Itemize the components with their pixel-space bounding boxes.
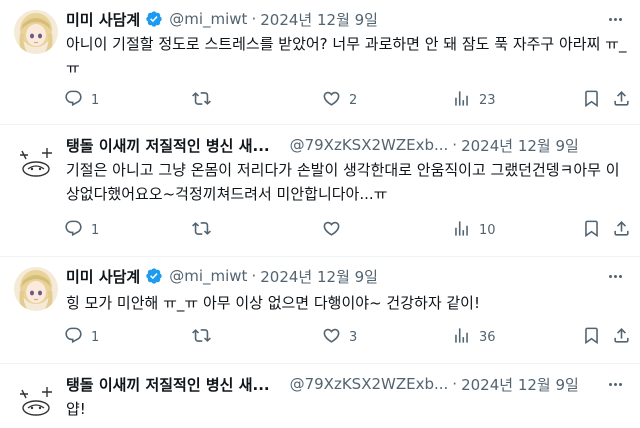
- separator-dot: ·: [251, 10, 257, 28]
- tweet[interactable]: 미미 사담계 @mi_miwt · 2024년 12월 9일 아니이 기절할 정…: [0, 0, 640, 124]
- view-count: 23: [479, 92, 496, 108]
- bookmark-icon: [582, 89, 601, 112]
- separator-dot: ·: [452, 375, 458, 393]
- views-button[interactable]: 36: [452, 326, 496, 349]
- share-button[interactable]: [612, 89, 631, 112]
- separator-dot: ·: [452, 136, 458, 154]
- retweet-arrows-icon: [192, 219, 211, 242]
- display-name[interactable]: 탱돌 이새끼 저질적인 병신 새...: [66, 374, 270, 395]
- avatar-anime-girl[interactable]: [14, 10, 58, 54]
- bookmark-button[interactable]: [582, 219, 601, 242]
- retweet-arrows-icon: [192, 326, 211, 349]
- bookmark-button[interactable]: [582, 326, 601, 349]
- tweet-text: 얍!: [66, 400, 86, 418]
- tweet-date[interactable]: 2024년 12월 9일: [260, 9, 378, 30]
- reply-count: 1: [91, 329, 100, 345]
- like-button[interactable]: 3: [322, 326, 357, 349]
- view-count: 10: [479, 222, 496, 238]
- tweet-actions: 1 10: [64, 218, 630, 242]
- tweet-header: 탱돌 이새끼 저질적인 병신 새... @79XzKSX2WZExb... · …: [66, 134, 632, 156]
- speech-bubble-icon: [64, 326, 83, 349]
- tweet-header: 미미 사담계 @mi_miwt · 2024년 12월 9일: [66, 265, 632, 287]
- verified-badge-icon: [145, 267, 163, 285]
- share-button[interactable]: [612, 326, 631, 349]
- reply-thread: 미미 사담계 @mi_miwt · 2024년 12월 9일 아니이 기절할 정…: [0, 0, 640, 428]
- share-upload-icon: [612, 219, 631, 242]
- like-button[interactable]: [322, 219, 349, 242]
- retweet-button[interactable]: [192, 89, 219, 112]
- retweet-button[interactable]: [192, 219, 219, 242]
- user-handle[interactable]: @79XzKSX2WZExb...: [290, 136, 449, 154]
- reply-count: 1: [91, 222, 100, 238]
- bar-chart-icon: [452, 326, 471, 349]
- display-name[interactable]: 미미 사담계: [66, 266, 140, 287]
- more-dots-icon[interactable]: [604, 8, 626, 30]
- avatar-anime-girl[interactable]: [14, 267, 58, 311]
- tweet[interactable]: 미미 사담계 @mi_miwt · 2024년 12월 9일 힝 모가 미안해 …: [0, 257, 640, 363]
- tweet-header: 탱돌 이새끼 저질적인 병신 새... @79XzKSX2WZExb... · …: [66, 373, 632, 395]
- views-button[interactable]: 10: [452, 219, 496, 242]
- display-name[interactable]: 탱돌 이새끼 저질적인 병신 새...: [66, 135, 270, 156]
- like-count: 3: [349, 329, 358, 345]
- separator-dot: ·: [251, 267, 257, 285]
- share-button[interactable]: [612, 219, 631, 242]
- tweet-date[interactable]: 2024년 12월 9일: [461, 374, 579, 395]
- bookmark-icon: [582, 326, 601, 349]
- view-count: 36: [479, 329, 496, 345]
- avatar-doodle[interactable]: [14, 378, 58, 422]
- views-button[interactable]: 23: [452, 89, 496, 112]
- bar-chart-icon: [452, 219, 471, 242]
- tweet[interactable]: 탱돌 이새끼 저질적인 병신 새... @79XzKSX2WZExb... · …: [0, 364, 640, 428]
- reply-button[interactable]: 1: [64, 219, 99, 242]
- retweet-arrows-icon: [192, 89, 211, 112]
- user-handle[interactable]: @mi_miwt: [169, 267, 247, 285]
- retweet-button[interactable]: [192, 326, 219, 349]
- user-handle[interactable]: @79XzKSX2WZExb...: [290, 375, 449, 393]
- heart-icon: [322, 89, 341, 112]
- tweet-header: 미미 사담계 @mi_miwt · 2024년 12월 9일: [66, 8, 632, 30]
- like-count: 2: [349, 92, 358, 108]
- user-handle[interactable]: @mi_miwt: [169, 10, 247, 28]
- reply-button[interactable]: 1: [64, 89, 99, 112]
- tweet-date[interactable]: 2024년 12월 9일: [260, 266, 378, 287]
- tweet[interactable]: 탱돌 이새끼 저질적인 병신 새... @79XzKSX2WZExb... · …: [0, 125, 640, 256]
- reply-count: 1: [91, 92, 100, 108]
- more-dots-icon[interactable]: [604, 373, 626, 395]
- tweet-date[interactable]: 2024년 12월 9일: [461, 135, 579, 156]
- bar-chart-icon: [452, 89, 471, 112]
- avatar-doodle[interactable]: [14, 139, 58, 183]
- reply-button[interactable]: 1: [64, 326, 99, 349]
- tweet-actions: 1 3 36: [64, 325, 630, 349]
- heart-icon: [322, 326, 341, 349]
- heart-icon: [322, 219, 341, 242]
- bookmark-icon: [582, 219, 601, 242]
- more-dots-icon[interactable]: [604, 265, 626, 287]
- share-upload-icon: [612, 326, 631, 349]
- bookmark-button[interactable]: [582, 89, 601, 112]
- tweet-text: 힝 모가 미안해 ㅠ_ㅠ 아무 이상 없으면 다행이야~ 건강하자 같이!: [66, 294, 480, 312]
- like-button[interactable]: 2: [322, 89, 357, 112]
- verified-badge-icon: [145, 10, 163, 28]
- speech-bubble-icon: [64, 219, 83, 242]
- tweet-actions: 1 2 23: [64, 88, 630, 112]
- share-upload-icon: [612, 89, 631, 112]
- tweet-text: 아니이 기절할 정도로 스트레스를 받았어? 너무 과로하면 안 돼 잠도 푹 …: [66, 35, 627, 77]
- display-name[interactable]: 미미 사담계: [66, 9, 140, 30]
- speech-bubble-icon: [64, 89, 83, 112]
- tweet-text: 기절은 아니고 그냥 온몸이 저리다가 손발이 생각한대로 안움직이고 그랬던건…: [66, 161, 620, 203]
